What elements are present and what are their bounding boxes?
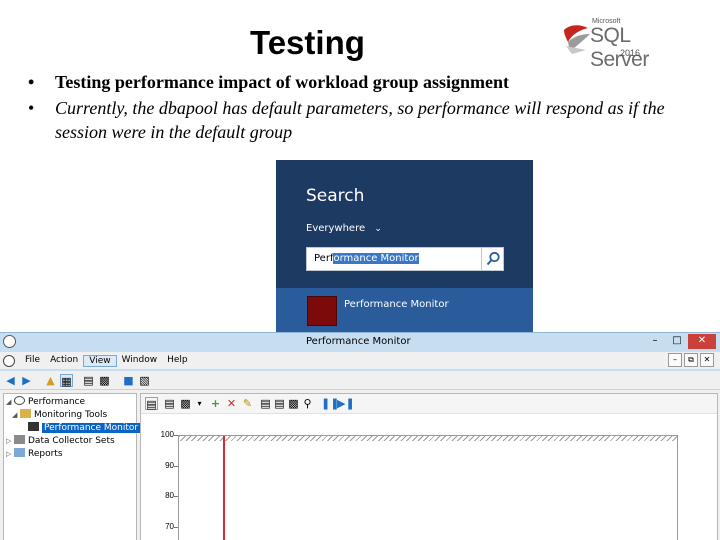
export-list-icon[interactable]: ▩ [98, 374, 111, 387]
folder-up-icon[interactable]: ▲ [44, 374, 57, 387]
perfmon-app-icon [3, 335, 16, 348]
sql-server-logo-icon [564, 25, 590, 54]
menu-bar: File Action View Window Help – ⧉ ✕ [0, 352, 720, 370]
console-tree: ◢ Performance ◢ Monitoring Tools Performan… [3, 393, 141, 540]
close-button[interactable]: ✕ [688, 334, 716, 349]
graph-type-dropdown-icon[interactable]: ▾ [193, 397, 206, 410]
menu-action[interactable]: Action [45, 355, 83, 367]
tree-item-monitoring-tools[interactable]: ◢ Monitoring Tools [12, 409, 107, 422]
minimize-button[interactable]: – [644, 334, 666, 349]
sql-server-logo: Microsoft SQL Server 2016 [562, 18, 672, 71]
menu-help[interactable]: Help [162, 355, 193, 367]
window-controls: – □ ✕ [644, 334, 716, 350]
bullet-item: • Currently, the dbapool has default par… [28, 96, 708, 144]
tree-item-label: Performance Monitor [42, 423, 141, 433]
mdi-minimize-button[interactable]: – [668, 353, 682, 367]
menu-list: File Action View Window Help [20, 355, 193, 367]
collapse-icon[interactable]: ◢ [12, 411, 20, 419]
paste-counter-list-icon[interactable]: ▤ [273, 397, 286, 410]
add-counter-icon[interactable]: + [209, 397, 222, 410]
bullet-item: • Testing performance impact of workload… [28, 70, 708, 94]
search-query: Performance Monitor [314, 253, 419, 264]
menu-window[interactable]: Window [117, 355, 163, 367]
expand-icon[interactable]: ▷ [6, 450, 14, 458]
chevron-down-icon: ⌄ [374, 224, 382, 234]
mdi-close-button[interactable]: ✕ [700, 353, 714, 367]
copy-properties-icon[interactable]: ▤ [259, 397, 272, 410]
search-title: Search [306, 186, 365, 206]
folder-icon [20, 409, 31, 418]
search-icon [486, 251, 500, 266]
show-hide-tree-icon[interactable]: ▦ [60, 374, 73, 388]
tree-item-label: Data Collector Sets [28, 436, 115, 446]
properties-icon[interactable]: ▤ [82, 374, 95, 387]
search-scope-dropdown[interactable]: Everywhere ⌄ [306, 223, 382, 234]
view-current-activity-icon[interactable]: ▤ [145, 397, 158, 411]
back-arrow-icon[interactable]: ◀ [4, 374, 17, 387]
bullet-dot: • [28, 98, 35, 118]
delete-counter-icon[interactable]: ✕ [225, 397, 238, 410]
search-scope-label: Everywhere [306, 223, 366, 234]
y-tick-label: 80 [165, 491, 174, 500]
console-tree-icon[interactable]: ▧ [138, 374, 151, 387]
forward-arrow-icon[interactable]: ▶ [20, 374, 33, 387]
y-tick-label: 70 [165, 522, 174, 531]
search-query-prefix: Perf [314, 253, 334, 264]
bullet-dot: • [28, 72, 35, 92]
tree-item-performance[interactable]: ◢ Performance [6, 396, 85, 409]
perfmon-menu-icon[interactable] [3, 355, 15, 367]
bullet-list: • Testing performance impact of workload… [28, 70, 708, 144]
performance-node-icon [14, 396, 25, 405]
maximize-button[interactable]: □ [666, 334, 688, 349]
graph-right-border [677, 436, 678, 540]
bullet-text: Testing performance impact of workload g… [55, 72, 509, 92]
freeze-display-icon[interactable]: ❚❚ [321, 397, 339, 410]
y-tick-label: 90 [165, 461, 174, 470]
search-input[interactable]: Performance Monitor [306, 247, 504, 271]
performance-graph[interactable] [178, 435, 678, 540]
mdi-controls: – ⧉ ✕ [668, 353, 714, 367]
menu-file[interactable]: File [20, 355, 45, 367]
graph-toolbar: ▤ ▤ ▩ ▾ + ✕ ✎ ▤ ▤ ▩ ⚲ ❚❚ ▶❚ [141, 394, 717, 414]
performance-monitor-app-icon [307, 296, 337, 326]
reports-icon [14, 448, 25, 457]
expand-icon[interactable]: ▷ [6, 437, 14, 445]
menu-view[interactable]: View [83, 355, 117, 367]
data-collector-icon [14, 435, 25, 444]
performance-monitor-node-icon [28, 422, 39, 431]
collapse-icon[interactable]: ◢ [6, 398, 14, 406]
mdi-restore-button[interactable]: ⧉ [684, 353, 698, 367]
zoom-icon[interactable]: ⚲ [301, 397, 314, 410]
tree-item-reports[interactable]: ▷ Reports [6, 448, 63, 461]
search-button[interactable] [481, 248, 503, 270]
tree-item-label: Monitoring Tools [34, 410, 108, 420]
windows-search-pane: Search Everywhere ⌄ Performance Monitor … [276, 160, 533, 335]
highlight-icon[interactable]: ✎ [241, 397, 254, 410]
tree-item-performance-monitor[interactable]: Performance Monitor [28, 422, 141, 435]
tree-item-label: Reports [28, 449, 63, 459]
help-icon[interactable]: ■ [122, 374, 135, 387]
graph-top-hatch [179, 436, 678, 441]
graph-time-cursor [223, 436, 225, 540]
tree-item-data-collector-sets[interactable]: ▷ Data Collector Sets [6, 435, 115, 448]
bullet-text: Currently, the dbapool has default param… [55, 98, 665, 142]
update-data-icon[interactable]: ▶❚ [337, 397, 355, 410]
search-result-label: Performance Monitor [344, 299, 449, 310]
y-tick-label: 100 [160, 430, 174, 439]
properties-icon[interactable]: ▩ [287, 397, 300, 410]
window-titlebar[interactable]: Performance Monitor – □ ✕ [0, 333, 720, 351]
search-result-item[interactable]: Performance Monitor [276, 288, 533, 335]
search-query-selected: ormance Monitor [333, 253, 419, 264]
change-graph-type-icon[interactable]: ▩ [179, 397, 192, 410]
main-toolbar: ◀ ▶ ▲ ▦ ▤ ▩ ■ ▧ [0, 371, 720, 390]
view-log-data-icon[interactable]: ▤ [163, 397, 176, 410]
tree-item-label: Performance [28, 397, 86, 407]
window-title: Performance Monitor [306, 336, 411, 347]
logo-version: 2016 [620, 48, 641, 58]
slide-title: Testing [250, 24, 365, 61]
